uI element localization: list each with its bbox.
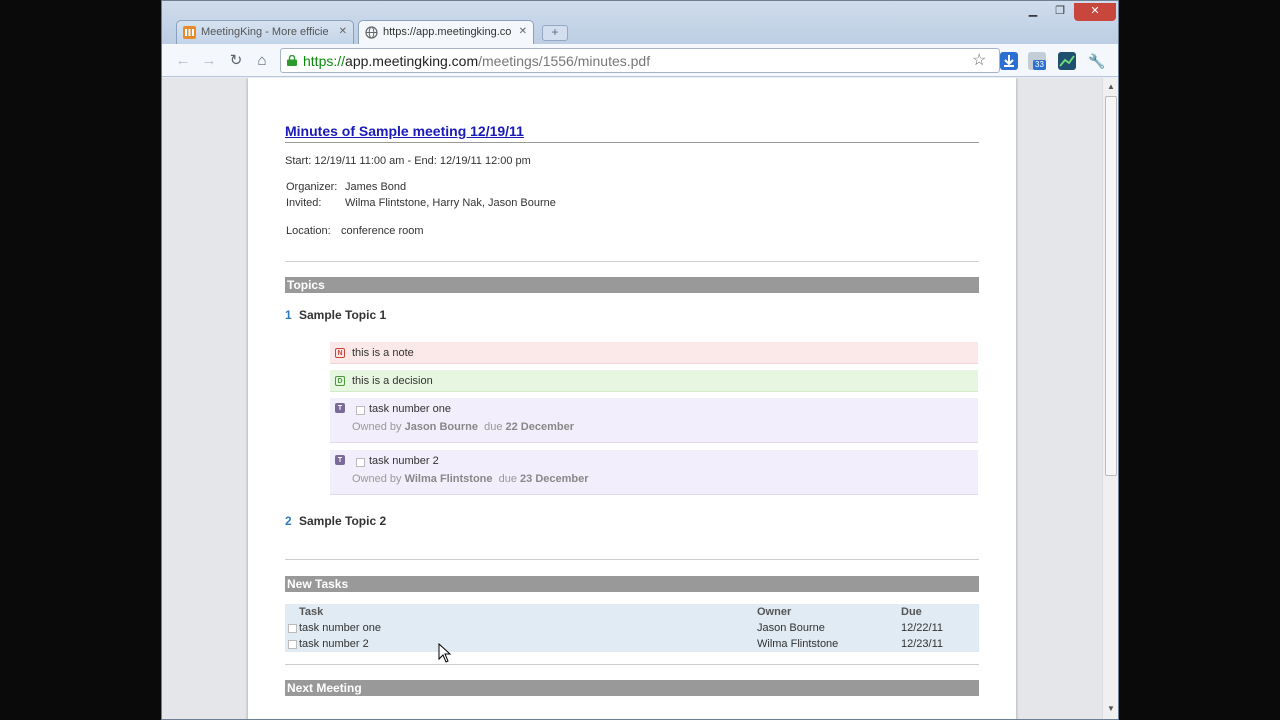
minimize-button[interactable]: ▁ xyxy=(1020,3,1046,21)
tab-minutes-pdf[interactable]: https://app.meetingking.co ✕ xyxy=(358,20,534,44)
note-badge-icon: N xyxy=(335,348,345,358)
browser-window: MeetingKing - More efficie ✕ https://app… xyxy=(161,0,1119,720)
task-due: 23 December xyxy=(520,473,589,485)
divider xyxy=(285,261,979,262)
topic-number: 1 xyxy=(285,308,292,322)
task-meta: Owned by Wilma Flintstone due 23 Decembe… xyxy=(352,473,589,485)
pdf-viewport[interactable]: Minutes of Sample meeting 12/19/11 Start… xyxy=(162,78,1102,719)
topic-title: Sample Topic 1 xyxy=(299,308,387,322)
invited-value: Wilma Flintstone, Harry Nak, Jason Bourn… xyxy=(345,197,556,209)
notifications-extension-icon[interactable]: 33 xyxy=(1028,52,1046,70)
url-host: app.meetingking.com xyxy=(345,53,479,69)
task-badge-icon: T xyxy=(335,455,345,465)
table-cell-owner: Jason Bourne xyxy=(757,622,825,634)
close-tab-icon[interactable]: ✕ xyxy=(519,26,527,37)
organizer-value: James Bond xyxy=(345,181,407,193)
topic-title: Sample Topic 2 xyxy=(299,514,387,528)
decision-text: this is a decision xyxy=(352,375,433,387)
organizer-label: Organizer: xyxy=(286,181,338,193)
scrollbar-thumb[interactable] xyxy=(1105,96,1117,476)
forward-button[interactable]: → xyxy=(199,51,219,71)
url-scheme: https:// xyxy=(303,53,346,69)
lock-icon xyxy=(287,55,297,66)
vertical-scrollbar[interactable]: ▲ ▼ xyxy=(1102,78,1118,719)
task-badge-icon: T xyxy=(335,403,345,413)
table-cell-due: 12/22/11 xyxy=(901,622,944,634)
meeting-time: Start: 12/19/11 11:00 am - End: 12/19/11… xyxy=(285,155,531,167)
topic-number: 2 xyxy=(285,514,292,528)
task-owner: Wilma Flintstone xyxy=(404,473,493,485)
task-checkbox[interactable] xyxy=(356,406,365,415)
tab-meetingking-home[interactable]: MeetingKing - More efficie ✕ xyxy=(176,20,354,44)
location-label: Location: xyxy=(286,225,331,237)
new-tasks-table: Task Owner Due task number one Jason Bou… xyxy=(285,604,979,652)
invited-label: Invited: xyxy=(286,197,322,209)
note-text: this is a note xyxy=(352,347,414,359)
globe-icon xyxy=(365,26,378,39)
scroll-down-arrow-icon[interactable]: ▼ xyxy=(1107,704,1115,713)
new-tab-button[interactable]: + xyxy=(542,25,568,41)
browser-titlebar: MeetingKing - More efficie ✕ https://app… xyxy=(162,1,1118,45)
table-cell-owner: Wilma Flintstone xyxy=(757,638,839,650)
table-cell-due: 12/23/11 xyxy=(901,638,944,650)
task-checkbox[interactable] xyxy=(288,624,297,633)
maximize-button[interactable]: ❐ xyxy=(1047,3,1073,21)
tab-title: MeetingKing - More efficie xyxy=(201,26,329,38)
reload-button[interactable]: ↻ xyxy=(226,51,246,71)
column-header-due: Due xyxy=(901,606,922,618)
meetingking-favicon-icon xyxy=(183,26,196,39)
divider xyxy=(285,664,979,665)
decision-badge-icon: D xyxy=(335,376,345,386)
task-checkbox[interactable] xyxy=(288,640,297,649)
chart-extension-icon[interactable] xyxy=(1058,52,1076,70)
table-cell-task: task number 2 xyxy=(299,638,369,650)
table-cell-task: task number one xyxy=(299,622,381,634)
close-window-button[interactable]: ✕ xyxy=(1074,3,1116,21)
location-value: conference room xyxy=(341,225,424,237)
browser-toolbar: ← → ↻ ⌂ https://app.meetingking.com/meet… xyxy=(162,44,1118,77)
url-path: /meetings/1556/minutes.pdf xyxy=(478,53,651,69)
task-item: T task number one Owned by Jason Bourne … xyxy=(330,398,978,443)
scroll-up-arrow-icon[interactable]: ▲ xyxy=(1107,82,1115,91)
task-item: T task number 2 Owned by Wilma Flintston… xyxy=(330,450,978,495)
title-divider xyxy=(285,142,979,143)
task-owner: Jason Bourne xyxy=(404,421,478,433)
tab-title: https://app.meetingking.co xyxy=(383,26,512,38)
column-header-task: Task xyxy=(299,606,324,618)
wrench-menu-icon[interactable]: 🔧 xyxy=(1087,51,1107,71)
next-meeting-header: Next Meeting xyxy=(285,680,979,696)
note-item: N this is a note xyxy=(330,342,978,364)
bookmark-star-icon[interactable]: ☆ xyxy=(972,50,986,70)
task-due: 22 December xyxy=(505,421,575,433)
desktop: MeetingKing - More efficie ✕ https://app… xyxy=(0,0,1280,720)
close-tab-icon[interactable]: ✕ xyxy=(339,26,347,37)
mouse-cursor-icon xyxy=(438,643,452,663)
home-button[interactable]: ⌂ xyxy=(252,51,272,71)
task-meta: Owned by Jason Bourne due 22 December xyxy=(352,421,574,433)
divider xyxy=(285,559,979,560)
address-bar[interactable]: https://app.meetingking.com/meetings/155… xyxy=(280,48,1000,73)
task-text: task number one xyxy=(369,403,451,415)
pdf-page: Minutes of Sample meeting 12/19/11 Start… xyxy=(248,78,1016,719)
task-checkbox[interactable] xyxy=(356,458,365,467)
back-button[interactable]: ← xyxy=(173,51,193,71)
decision-item: D this is a decision xyxy=(330,370,978,392)
new-tasks-header: New Tasks xyxy=(285,576,979,592)
topics-header: Topics xyxy=(285,277,979,293)
minutes-title[interactable]: Minutes of Sample meeting 12/19/11 xyxy=(285,123,524,139)
task-text: task number 2 xyxy=(369,455,439,467)
notification-count: 33 xyxy=(1033,60,1046,70)
column-header-owner: Owner xyxy=(757,606,792,618)
download-extension-icon[interactable] xyxy=(1000,52,1018,70)
